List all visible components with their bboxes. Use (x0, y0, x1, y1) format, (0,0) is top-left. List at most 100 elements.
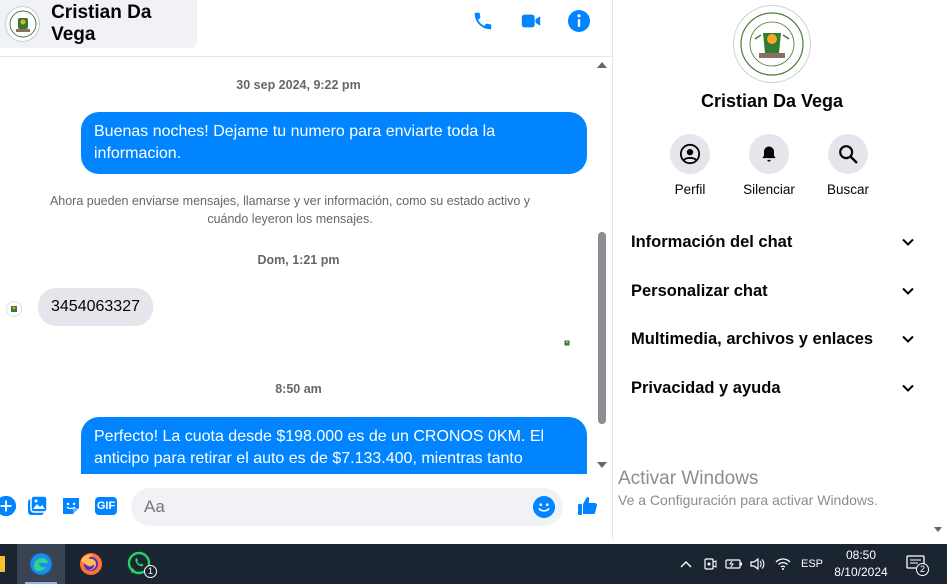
whatsapp-button[interactable]: 1 (116, 544, 164, 584)
messenger-window: Cristian Da Vega 30 sep 2024, 9:22 pm Bu… (0, 0, 947, 584)
scroll-down-arrow-icon[interactable] (597, 462, 607, 468)
info-button[interactable] (566, 8, 592, 34)
whatsapp-badge: 1 (144, 565, 157, 578)
recycling-logo-icon (740, 12, 804, 76)
video-call-button[interactable] (518, 8, 544, 34)
attach-image-button[interactable] (25, 494, 49, 518)
recycling-logo-icon (9, 10, 37, 38)
chevron-up-icon (680, 561, 692, 568)
seen-indicator-avatar (560, 336, 574, 350)
notification-count-badge: 2 (916, 563, 929, 576)
sticker-icon (63, 498, 79, 514)
clock-date: 8/10/2024 (834, 565, 888, 579)
outgoing-message[interactable]: Buenas noches! Dejame tu numero para env… (81, 112, 587, 174)
firefox-button[interactable] (67, 544, 115, 584)
chevron-down-icon (902, 384, 914, 392)
profile-action-label: Silenciar (743, 182, 795, 197)
profile-action-buscar[interactable]: Buscar (808, 134, 888, 197)
timestamp: Dom, 1:21 pm (257, 253, 340, 267)
header-actions (470, 8, 592, 34)
scroll-down-arrow-icon[interactable] (934, 527, 942, 532)
more-actions-button[interactable] (0, 494, 18, 518)
system-message: Ahora pueden enviarse mensajes, llamarse… (49, 194, 531, 226)
mute-button[interactable] (749, 134, 789, 174)
edge-browser-icon (29, 552, 53, 576)
user-circle-icon (679, 143, 701, 165)
file-explorer-button[interactable] (0, 544, 8, 584)
scroll-thumb[interactable] (598, 232, 606, 424)
profile-name: Cristian Da Vega (700, 91, 844, 111)
contact-avatar-small (6, 301, 22, 317)
sticker-button[interactable] (59, 494, 83, 518)
timestamp: 8:50 am (275, 382, 322, 396)
folder-icon (0, 556, 5, 572)
like-button[interactable] (576, 494, 600, 518)
edge-button[interactable] (17, 544, 65, 584)
recycling-logo-icon (564, 340, 570, 346)
clock[interactable]: 08:50 8/10/2024 (826, 547, 896, 581)
section-chat-info[interactable]: Información del chat (631, 227, 915, 257)
network-button[interactable] (773, 544, 793, 584)
timestamp: 30 sep 2024, 9:22 pm (236, 78, 361, 92)
chat-header: Cristian Da Vega (0, 0, 612, 57)
info-icon (568, 10, 590, 32)
profile-button[interactable] (670, 134, 710, 174)
section-label: Privacidad y ayuda (631, 378, 781, 397)
notifications-button[interactable]: 2 (902, 544, 930, 584)
search-icon (839, 145, 858, 164)
activate-windows-subtitle: Ve a Configuración para activar Windows. (618, 492, 878, 508)
chevron-down-icon (902, 238, 914, 246)
message-input-box[interactable] (131, 488, 563, 526)
search-button[interactable] (828, 134, 868, 174)
call-button[interactable] (470, 8, 496, 34)
image-icon (28, 495, 48, 515)
contact-avatar[interactable] (5, 6, 41, 42)
language-indicator[interactable]: ESP (798, 544, 826, 584)
message-list: 30 sep 2024, 9:22 pm Buenas noches! Deja… (0, 58, 597, 474)
chevron-down-icon (902, 287, 914, 295)
section-label: Información del chat (631, 232, 793, 251)
windows-taskbar: 1 ESP 08:50 8/10/2024 2 (0, 544, 947, 584)
video-icon (521, 14, 541, 28)
section-label: Personalizar chat (631, 281, 768, 300)
messages-scrollbar[interactable] (596, 58, 608, 474)
section-privacy-help[interactable]: Privacidad y ayuda (631, 373, 915, 403)
composer: GIF (0, 474, 612, 540)
recycling-logo-icon (11, 306, 17, 312)
chat-details-panel: Cristian Da Vega Perfil Silenciar Buscar… (612, 0, 947, 540)
contact-header[interactable]: Cristian Da Vega (0, 0, 197, 48)
clock-time: 08:50 (845, 548, 877, 562)
outgoing-message[interactable]: Perfecto! La cuota desde $198.000 es de … (81, 417, 587, 474)
profile-action-label: Perfil (674, 182, 706, 197)
battery-charging-icon (725, 559, 742, 569)
profile-action-label: Buscar (826, 182, 870, 197)
chevron-down-icon (902, 335, 914, 343)
emoji-button[interactable] (533, 496, 555, 518)
gif-label: GIF (94, 497, 118, 515)
section-label: Multimedia, archivos y enlaces (631, 329, 874, 348)
activate-windows-title: Activar Windows (618, 468, 759, 489)
contact-name: Cristian Da Vega (51, 2, 152, 45)
profile-avatar[interactable] (733, 5, 811, 83)
message-input[interactable] (144, 488, 524, 526)
volume-button[interactable] (747, 544, 767, 584)
speaker-icon (750, 557, 765, 571)
bell-icon (762, 146, 776, 162)
wifi-icon (775, 558, 791, 570)
plus-circle-icon (0, 495, 17, 517)
firefox-icon (80, 553, 102, 575)
gif-button[interactable]: GIF (93, 494, 119, 518)
phone-icon (474, 12, 492, 30)
smiley-icon (533, 496, 555, 518)
profile-action-perfil[interactable]: Perfil (650, 134, 730, 197)
profile-action-silenciar[interactable]: Silenciar (729, 134, 809, 197)
device-icon (704, 558, 717, 570)
meet-now-button[interactable] (700, 544, 720, 584)
show-hidden-icons-button[interactable] (676, 544, 696, 584)
section-media-files-links[interactable]: Multimedia, archivos y enlaces (631, 324, 915, 354)
scroll-up-arrow-icon[interactable] (597, 62, 607, 68)
incoming-message[interactable]: 3454063327 (38, 288, 153, 326)
battery-button[interactable] (723, 544, 745, 584)
thumbs-up-icon (578, 497, 597, 515)
section-customize-chat[interactable]: Personalizar chat (631, 276, 915, 306)
